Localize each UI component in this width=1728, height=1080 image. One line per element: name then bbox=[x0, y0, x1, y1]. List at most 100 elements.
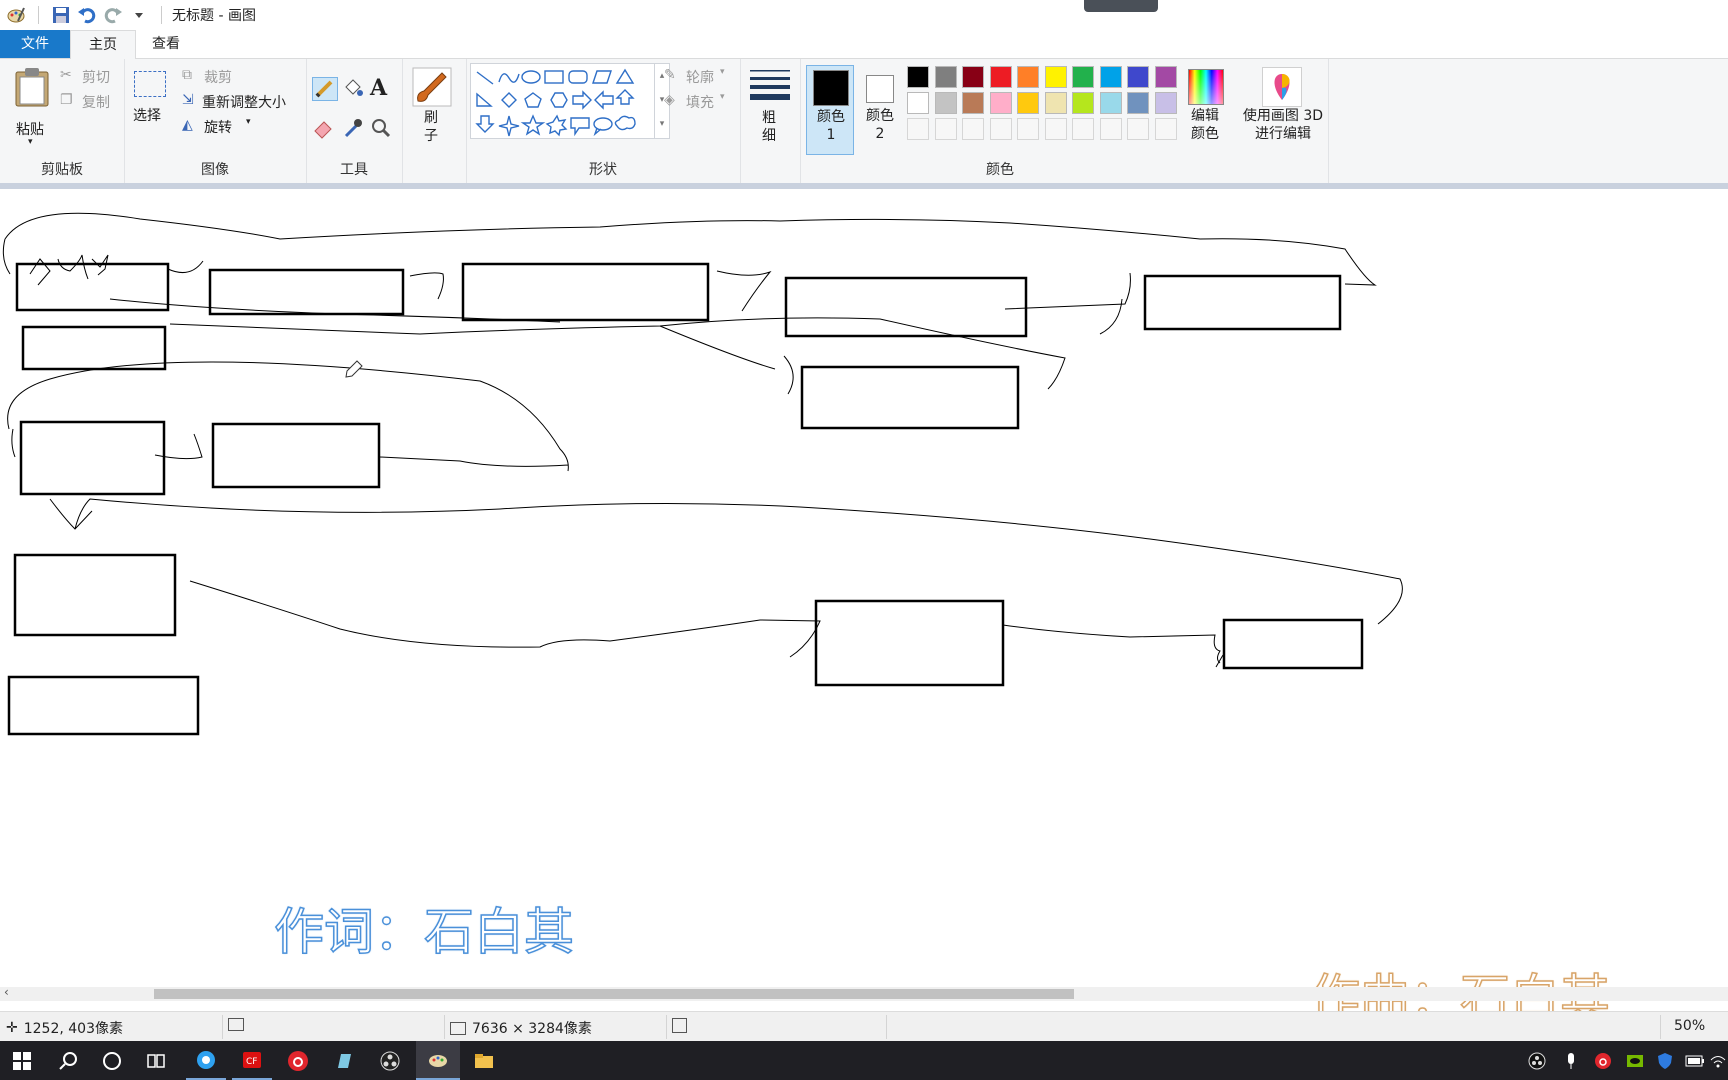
paste-dropdown-icon[interactable]: ▾ bbox=[28, 137, 33, 147]
customize-quick-access-icon[interactable] bbox=[129, 5, 149, 25]
palette-swatch[interactable] bbox=[989, 66, 1012, 88]
palette-swatch[interactable] bbox=[989, 92, 1012, 114]
custom-color-slot[interactable] bbox=[1072, 118, 1094, 140]
tray-security[interactable] bbox=[1650, 1041, 1680, 1080]
resize-button[interactable]: ⇲ 重新调整大小 bbox=[182, 92, 304, 112]
palette-swatch[interactable] bbox=[1017, 66, 1039, 88]
edit-with-paint3d-button[interactable]: 使用画图 3D 进行编辑 bbox=[1236, 65, 1326, 155]
fill-dropdown-icon: ▾ bbox=[720, 92, 725, 102]
palette-swatch[interactable] bbox=[934, 66, 957, 88]
custom-color-slot[interactable] bbox=[962, 118, 984, 140]
custom-color-slot[interactable] bbox=[1044, 118, 1067, 140]
eraser-tool[interactable] bbox=[312, 117, 336, 141]
palette-swatch[interactable] bbox=[962, 66, 984, 88]
taskbar-file-explorer[interactable] bbox=[464, 1041, 504, 1080]
palette-swatch[interactable] bbox=[934, 92, 957, 114]
shapes-gallery[interactable] bbox=[470, 63, 656, 139]
taskbar-obs[interactable] bbox=[370, 1041, 410, 1080]
custom-color-slot[interactable] bbox=[907, 118, 929, 140]
fill-label: 填充 bbox=[686, 95, 714, 111]
palette-swatch[interactable] bbox=[1017, 92, 1039, 114]
taskbar-notes[interactable] bbox=[324, 1041, 364, 1080]
palette-swatch[interactable] bbox=[1154, 92, 1177, 114]
window-title: 无标题 - 画图 bbox=[172, 8, 256, 24]
palette-swatch[interactable] bbox=[1044, 66, 1067, 88]
palette-swatch[interactable] bbox=[1127, 66, 1149, 88]
size-button[interactable]: 粗细 bbox=[746, 65, 794, 155]
custom-color-slot[interactable] bbox=[1154, 118, 1177, 140]
cut-button[interactable]: ✂ 剪切 bbox=[60, 67, 120, 87]
palette-swatch[interactable] bbox=[1072, 92, 1094, 114]
tab-home[interactable]: 主页 bbox=[70, 30, 136, 60]
edit-with-paint3d-label: 使用画图 3D 进行编辑 bbox=[1242, 108, 1324, 142]
fill-button[interactable]: ◈ 填充 ▾ bbox=[664, 92, 738, 112]
shapes-gallery-icons bbox=[475, 68, 636, 137]
custom-color-slot[interactable] bbox=[1099, 118, 1122, 140]
taskbar-paint[interactable] bbox=[416, 1041, 460, 1080]
paste-button[interactable]: 粘贴 ▾ bbox=[10, 65, 54, 155]
tray-netease-music[interactable] bbox=[1588, 1041, 1618, 1080]
undo-icon[interactable] bbox=[77, 5, 97, 25]
palette-swatch[interactable] bbox=[907, 66, 929, 88]
image-dimensions-value: 7636 × 3284像素 bbox=[472, 1021, 592, 1037]
color-spectrum-icon bbox=[1188, 69, 1224, 105]
scrollbar-thumb[interactable] bbox=[154, 989, 1074, 999]
tab-view[interactable]: 查看 bbox=[134, 30, 198, 58]
cortana-icon bbox=[103, 1051, 121, 1070]
palette-swatch[interactable] bbox=[1127, 92, 1149, 114]
box-5 bbox=[1143, 274, 1342, 331]
paint-app-icon[interactable] bbox=[6, 5, 26, 25]
tray-wifi[interactable] bbox=[1708, 1041, 1728, 1080]
box-2 bbox=[208, 268, 405, 316]
windows-icon bbox=[13, 1051, 31, 1070]
redo-icon[interactable] bbox=[103, 5, 123, 25]
custom-color-slot[interactable] bbox=[1127, 118, 1149, 140]
edit-colors-button[interactable]: 编辑颜色 bbox=[1184, 65, 1226, 155]
text-tool[interactable]: A bbox=[370, 75, 394, 101]
palette-swatch[interactable] bbox=[1072, 66, 1094, 88]
tray-battery[interactable] bbox=[1680, 1041, 1710, 1080]
rotate-button[interactable]: ◭ 旋转 ▾ bbox=[182, 117, 292, 137]
select-button[interactable]: 选择 bbox=[132, 65, 168, 155]
palette-swatch[interactable] bbox=[1099, 92, 1122, 114]
color2-button[interactable]: 颜色 2 bbox=[858, 65, 902, 155]
palette-swatch[interactable] bbox=[1044, 92, 1067, 114]
tray-nvidia[interactable] bbox=[1620, 1041, 1650, 1080]
taskbar-netease-music[interactable] bbox=[278, 1041, 318, 1080]
custom-color-slot[interactable] bbox=[1017, 118, 1039, 140]
magnifier-tool[interactable] bbox=[370, 117, 394, 141]
taskbar-app-red[interactable]: CF bbox=[232, 1041, 272, 1080]
tray-microphone[interactable] bbox=[1556, 1041, 1586, 1080]
save-icon[interactable] bbox=[51, 5, 71, 25]
palette-swatch[interactable] bbox=[962, 92, 984, 114]
tab-file[interactable]: 文件 bbox=[0, 30, 70, 58]
task-view-button[interactable] bbox=[136, 1041, 176, 1080]
drawing-canvas[interactable] bbox=[0, 189, 1728, 987]
custom-color-slot[interactable] bbox=[989, 118, 1012, 140]
rotate-dropdown-icon[interactable]: ▾ bbox=[246, 117, 251, 127]
tray-obs[interactable] bbox=[1522, 1041, 1552, 1080]
battery-icon bbox=[1685, 1055, 1704, 1066]
search-button[interactable] bbox=[48, 1041, 88, 1080]
edit-colors-label: 编辑颜色 bbox=[1191, 108, 1219, 142]
start-button[interactable] bbox=[2, 1041, 42, 1080]
zoom-level[interactable]: 50% bbox=[1674, 1018, 1705, 1034]
brushes-button[interactable]: 刷子 bbox=[410, 65, 456, 155]
outline-button[interactable]: ✎ 轮廓 ▾ bbox=[664, 67, 738, 87]
fill-tool[interactable] bbox=[342, 77, 366, 101]
palette-swatch[interactable] bbox=[1154, 66, 1177, 88]
palette-swatch[interactable] bbox=[907, 92, 929, 114]
box-4 bbox=[784, 276, 1028, 338]
palette-swatch[interactable] bbox=[1099, 66, 1122, 88]
outline-label: 轮廓 bbox=[686, 70, 714, 86]
color-picker-tool[interactable] bbox=[342, 117, 366, 141]
color1-button[interactable]: 颜色 1 bbox=[806, 65, 854, 155]
taskbar-browser[interactable] bbox=[186, 1041, 226, 1080]
copy-button[interactable]: ❐ 复制 bbox=[60, 92, 120, 112]
pencil-tool[interactable] bbox=[312, 77, 338, 101]
custom-color-slot[interactable] bbox=[934, 118, 957, 140]
horizontal-scrollbar[interactable]: ‹ bbox=[0, 985, 1728, 1001]
scroll-left-icon[interactable]: ‹ bbox=[4, 985, 9, 999]
crop-button[interactable]: ⧉ 裁剪 bbox=[182, 67, 292, 87]
cortana-button[interactable] bbox=[92, 1041, 132, 1080]
